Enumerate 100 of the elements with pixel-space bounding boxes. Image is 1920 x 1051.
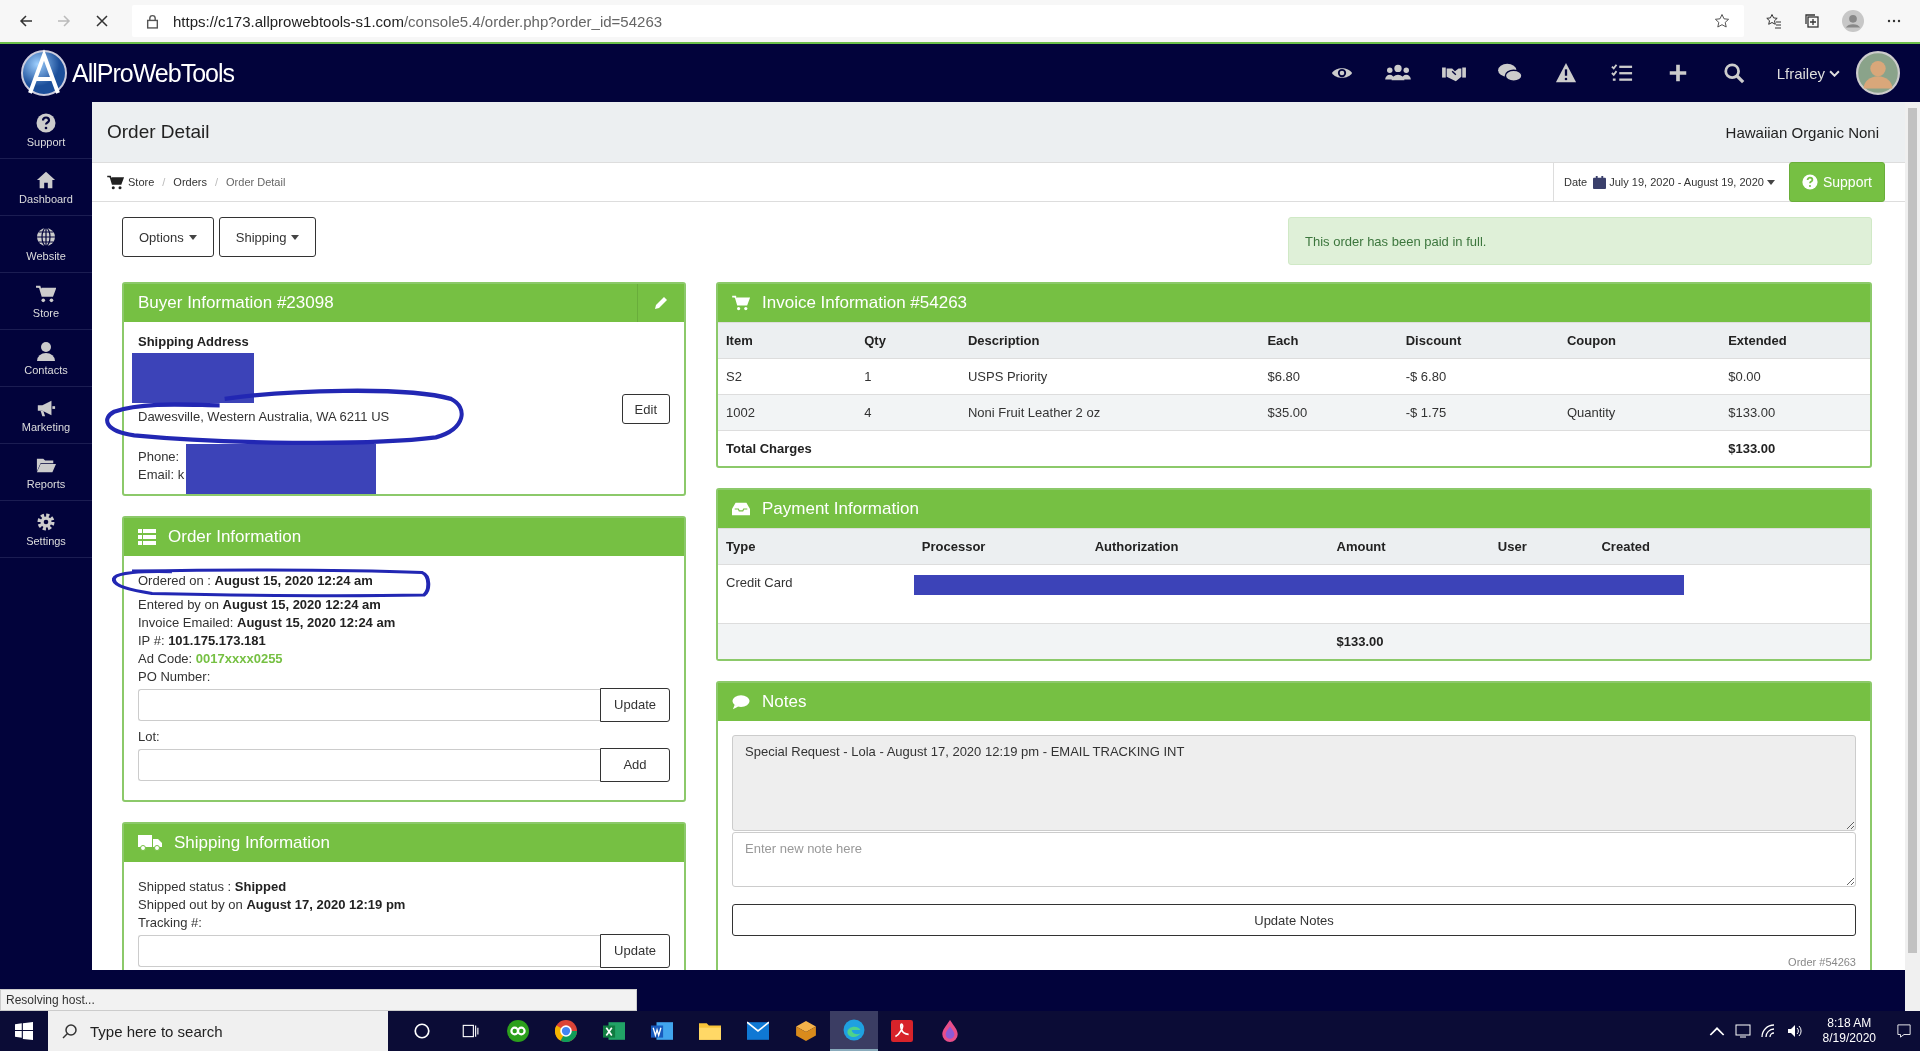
breadcrumb-link[interactable]: Store (128, 176, 155, 188)
table-cell: 4 (856, 394, 960, 431)
table-cell: 1002 (718, 394, 857, 431)
taskbar-search-field[interactable]: Type here to search (48, 1011, 388, 1051)
mail-app-icon[interactable] (747, 1020, 769, 1042)
notification-icon[interactable] (1896, 1024, 1912, 1038)
task-view-icon[interactable] (461, 1022, 479, 1040)
notes-history-field[interactable]: Special Request - Lola - August 17, 2020 12:19 pm - EMAIL TRACKING INT (732, 735, 1856, 831)
globe-icon (36, 226, 56, 247)
document-app-icon[interactable] (651, 1020, 673, 1042)
column-header: Each (1259, 322, 1398, 359)
new-note-field[interactable]: Enter new note here (732, 832, 1856, 887)
speech-bubble-icon (732, 694, 750, 710)
card-title: Order Information (168, 527, 303, 547)
total-value: $133.00 (1720, 430, 1870, 466)
stop-icon[interactable] (94, 13, 110, 29)
wifi-icon[interactable] (1760, 1024, 1777, 1038)
update-button[interactable]: Update (600, 688, 670, 722)
caret-icon (291, 234, 300, 240)
logo-icon (20, 49, 68, 97)
tasks-icon[interactable] (1608, 62, 1635, 84)
question-icon (36, 112, 56, 133)
home-icon (36, 169, 56, 190)
chat-icon[interactable] (1496, 62, 1523, 84)
column-header: Qty (856, 322, 960, 359)
edit-button[interactable]: Edit (621, 394, 670, 424)
po-number-field[interactable] (138, 689, 600, 721)
windows-start-icon[interactable] (15, 1022, 33, 1040)
breadcrumb-separator: / (215, 176, 219, 188)
phone-label: Phone: (138, 448, 181, 466)
truck-icon (138, 835, 162, 851)
user-menu[interactable]: Lfrailey (1776, 64, 1840, 82)
info-line: Entered by on August 15, 2020 12:24 am (138, 596, 382, 614)
back-icon[interactable] (18, 13, 34, 29)
total-value: $133.00 (1328, 623, 1490, 659)
inbox-icon (732, 501, 750, 517)
device-icon[interactable] (1734, 1024, 1751, 1038)
rings-app-icon[interactable] (507, 1020, 529, 1042)
card-title: Shipping Information (174, 833, 331, 853)
info-line: Shipped out by on August 17, 2020 12:19 pm (138, 896, 407, 914)
column-header: Coupon (1558, 322, 1721, 359)
page-title: Order Detail (107, 121, 210, 143)
date-label: Date (1563, 176, 1588, 188)
info-line: Ad Code: 0017xxxx0255 (138, 650, 284, 668)
collections-icon[interactable] (1804, 13, 1820, 29)
tracking-label: Tracking #: (138, 914, 203, 932)
dropdown-button[interactable]: Options (122, 217, 214, 257)
profile-icon[interactable] (1842, 10, 1864, 32)
taskbar-active-app[interactable] (830, 1011, 878, 1051)
scrollbar[interactable] (1905, 102, 1920, 1011)
speaker-icon[interactable] (1786, 1024, 1803, 1038)
list-icon (138, 529, 156, 545)
update-button[interactable]: Update (600, 934, 670, 968)
question-icon (1801, 174, 1818, 190)
column-header: Item (718, 322, 857, 359)
shipping-address-label: Shipping Address (138, 334, 250, 349)
address-text: Dawesville, Western Australia, WA 6211 US (138, 409, 390, 424)
drop-app-icon[interactable] (939, 1020, 961, 1042)
settings-icon (36, 511, 56, 532)
browser-app-icon[interactable] (555, 1020, 577, 1042)
column-header: User (1489, 528, 1594, 565)
cart-icon (107, 174, 124, 190)
store-name: Hawaiian Organic Noni (1725, 123, 1879, 141)
avatar[interactable] (1856, 51, 1900, 95)
column-header: Created (1593, 528, 1870, 565)
edge-browser-icon (843, 1019, 865, 1041)
status-tooltip: Resolving host... (0, 989, 637, 1011)
brand-name[interactable]: AllProWebTools (72, 58, 234, 88)
package-app-icon[interactable] (795, 1020, 817, 1042)
favorites-icon[interactable] (1766, 13, 1782, 29)
column-header: Amount (1328, 528, 1490, 565)
po-number-label: PO Number: (138, 668, 212, 686)
card-title: Invoice Information #54263 (762, 293, 969, 313)
circle-icon[interactable] (413, 1022, 431, 1040)
search-icon (62, 1023, 78, 1039)
update-notes-button[interactable]: Update Notes (732, 904, 1856, 936)
tracking-field[interactable] (138, 935, 600, 967)
info-line: Invoice Emailed: August 15, 2020 12:24 am (138, 614, 397, 632)
date-range-picker[interactable]: July 19, 2020 - August 19, 2020 (1593, 175, 1775, 189)
calendar-icon (1593, 175, 1607, 189)
card-title: Buyer Information #23098 (138, 293, 335, 313)
column-header: Processor (913, 528, 1087, 565)
breadcrumb-link[interactable]: Orders (173, 176, 207, 188)
star-icon[interactable] (1714, 13, 1730, 29)
lot-field[interactable] (138, 749, 600, 781)
total-label: Total Charges (718, 430, 1721, 466)
card-title: Payment Information (762, 499, 920, 519)
caret-icon (1766, 179, 1775, 185)
clock[interactable]: 8:18 AM 8/19/2020 (1812, 1016, 1886, 1046)
lot-label: Lot: (138, 728, 161, 746)
email-label: Email: k (138, 466, 185, 484)
column-header: Type (718, 528, 914, 565)
dropdown-button[interactable]: Shipping (218, 217, 317, 257)
caret-icon (188, 234, 197, 240)
add-button[interactable]: Add (600, 748, 670, 782)
spreadsheet-app-icon[interactable] (603, 1020, 625, 1042)
breadcrumb-current: Order Detail (226, 176, 286, 188)
folder-app-icon[interactable] (699, 1020, 721, 1042)
address-bar[interactable]: https://c173.allprowebtools-s1.com/console5.4/order.php?order_id=54263 (132, 5, 1744, 37)
pdf-app-icon[interactable] (891, 1020, 913, 1042)
